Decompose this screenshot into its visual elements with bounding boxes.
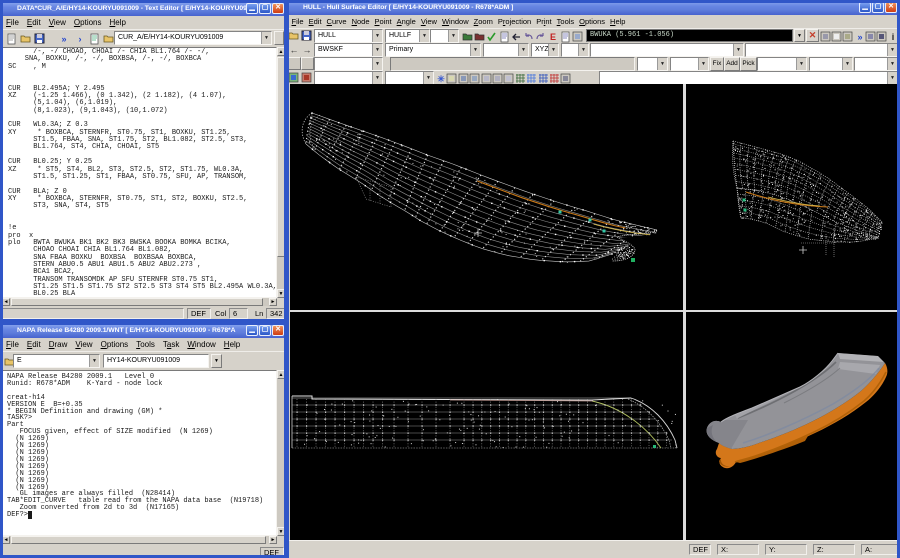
svg-text:i: i xyxy=(892,32,895,42)
svg-text:›: › xyxy=(79,34,82,44)
svg-text:»: » xyxy=(857,32,862,42)
svg-text:✳: ✳ xyxy=(437,74,445,84)
svg-text:E: E xyxy=(550,32,556,42)
svg-text:→: → xyxy=(303,45,312,55)
svg-text:←: ← xyxy=(290,45,299,55)
svg-text:»: » xyxy=(61,34,66,44)
